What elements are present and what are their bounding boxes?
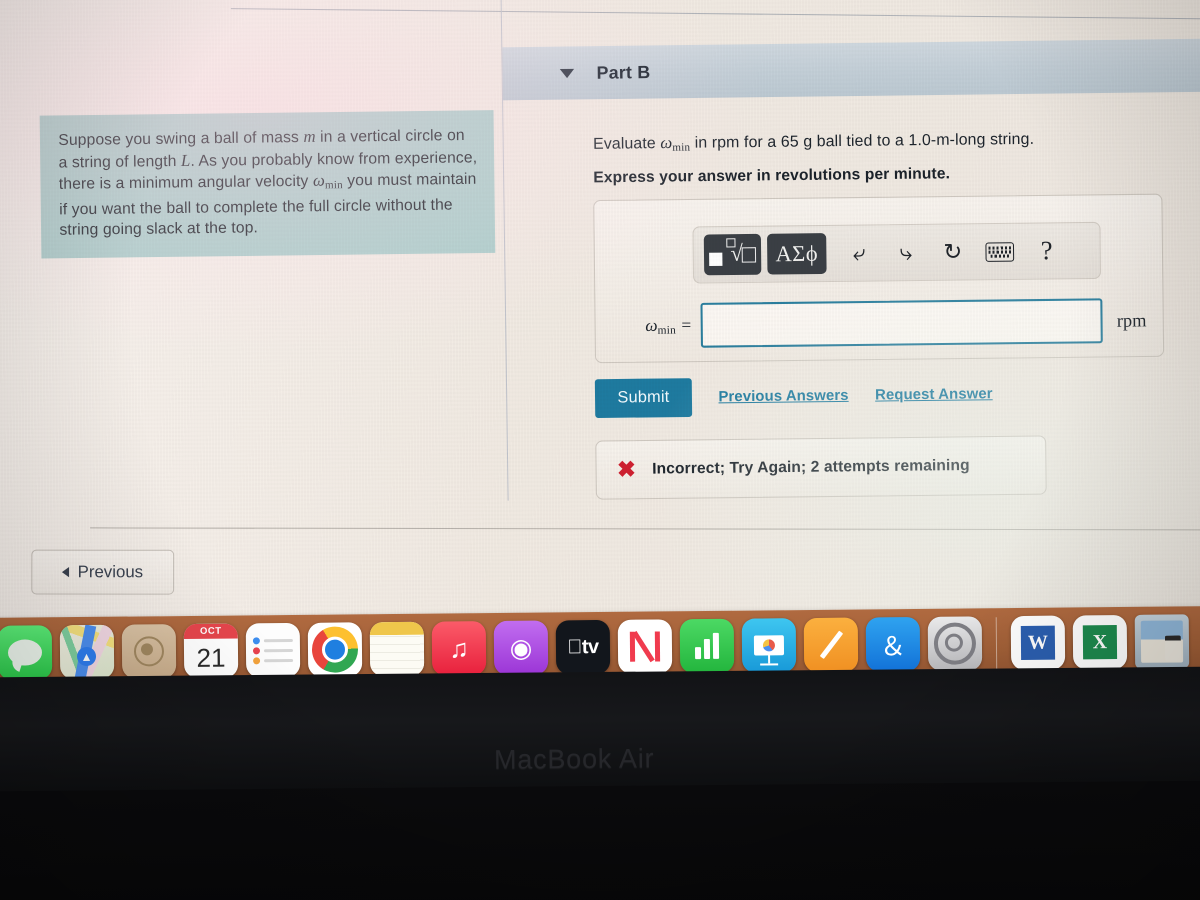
answer-row: ωmin = rpm [616,295,1147,352]
dock-item-chrome[interactable] [307,622,363,686]
question-prefix: Evaluate [592,134,661,153]
chrome-icon[interactable] [307,622,363,677]
caret-left-icon [62,567,70,578]
microsoft-word-icon[interactable]: W [1010,615,1066,671]
dock-item-pages[interactable] [803,617,859,673]
problem-variable-L: L [180,150,191,170]
problem-variable-m: m [303,126,316,147]
request-answer-link[interactable]: Request Answer [875,386,993,404]
numbers-icon[interactable] [679,618,735,674]
dock-item-contacts[interactable] [121,624,177,679]
previous-answers-link[interactable]: Previous Answers [718,388,848,406]
page-top-rule [230,8,1200,20]
question-variable-omega-min: ωmin [660,132,691,154]
greek-symbols-button[interactable]: ΑΣϕ [767,233,827,275]
feedback-message: Incorrect; Try Again; 2 attempts remaini… [652,456,970,478]
messages-icon[interactable] [0,625,53,680]
dock-item-syspref[interactable] [927,616,983,671]
reminders-icon[interactable] [245,622,301,678]
answer-instruction: Express your answer in revolutions per m… [593,165,951,187]
contacts-icon[interactable] [121,624,177,679]
dock-item-podcasts[interactable]: ◉ [493,620,549,676]
apple-tv-icon[interactable]: tv [555,619,611,675]
dock-item-appstore[interactable]: ＆ [865,616,921,672]
undo-arrow-icon[interactable]: ⤶ [838,233,879,274]
problem-variable-omega-min: ωmin [312,170,343,192]
red-x-icon: ✖ [616,456,636,483]
part-title: Part B [596,61,651,83]
dock-divider [995,617,998,670]
dock-item-keynote[interactable] [741,618,797,673]
app-store-icon[interactable]: ＆ [865,616,921,672]
previous-button[interactable]: Previous [31,549,175,595]
downloads-stack-icon[interactable] [1134,614,1190,669]
problem-statement: Suppose you swing a ball of mass m in a … [39,110,496,259]
laptop-bezel [0,666,1200,798]
part-b-header[interactable]: Part B [502,38,1200,101]
keyboard-icon[interactable] [979,231,1020,272]
answer-input[interactable] [699,298,1103,348]
dock-item-maps[interactable]: ▲ [59,624,115,680]
redo-arrow-icon[interactable]: ⤷ [885,232,926,273]
answer-panel: √ ΑΣϕ ⤶ ⤷ ↻ ? ωmin = rpm [593,193,1165,364]
math-toolbar: √ ΑΣϕ ⤶ ⤷ ↻ ? [692,221,1102,284]
laptop-deck [0,780,1200,900]
question-suffix: in rpm for a 65 g ball tied to a 1.0-m-l… [690,130,1035,152]
submit-row: Submit Previous Answers Request Answer [594,375,993,419]
dock-item-tv[interactable]: tv [555,619,611,675]
music-icon[interactable]: ♫ [431,621,487,676]
submit-button[interactable]: Submit [594,378,693,419]
dock-item-numbers[interactable] [679,618,735,674]
question-text: Evaluate ωmin in rpm for a 65 g ball tie… [593,129,1034,155]
podcasts-icon[interactable]: ◉ [493,620,549,676]
laptop-screen: Suppose you swing a ball of mass m in a … [0,0,1200,637]
dock-item-news[interactable] [617,619,673,674]
calendar-month: OCT [183,623,238,640]
keynote-icon[interactable] [741,618,797,673]
news-icon[interactable] [617,619,673,674]
answer-unit: rpm [1116,309,1147,331]
template-root-icon[interactable]: √ [703,233,762,276]
calendar-icon[interactable]: OCT 21 [183,623,239,679]
dock-item-notes[interactable] [369,621,425,685]
dock-item-word[interactable]: W [1010,615,1066,679]
maps-icon[interactable]: ▲ [59,624,115,680]
dock-item-messages[interactable] [0,625,53,680]
help-icon[interactable]: ? [1026,230,1067,271]
answer-label: ωmin = [645,314,693,337]
dock-item-reminders[interactable] [245,622,301,678]
caret-down-icon[interactable] [559,68,575,78]
calendar-day: 21 [196,642,226,673]
microsoft-excel-icon[interactable]: X [1072,614,1128,670]
dock-item-calendar[interactable]: OCT 21 [183,623,239,679]
laptop-brand-label: MacBook Air [493,743,655,775]
page-bottom-rule [90,527,1200,531]
dock-item-excel[interactable]: X [1072,614,1128,679]
previous-button-label: Previous [77,562,144,581]
dock-item-stack[interactable] [1134,614,1190,669]
photo-of-laptop-scene: Suppose you swing a ball of mass m in a … [0,0,1200,900]
reset-circle-icon[interactable]: ↻ [932,231,973,272]
problem-text-part1: Suppose you swing a ball of mass [58,128,304,150]
pages-icon[interactable] [803,617,859,673]
system-preferences-icon[interactable] [927,616,983,671]
feedback-banner: ✖ Incorrect; Try Again; 2 attempts remai… [595,435,1047,500]
dock-item-music[interactable]: ♫ [431,621,487,676]
notes-icon[interactable] [369,621,425,677]
